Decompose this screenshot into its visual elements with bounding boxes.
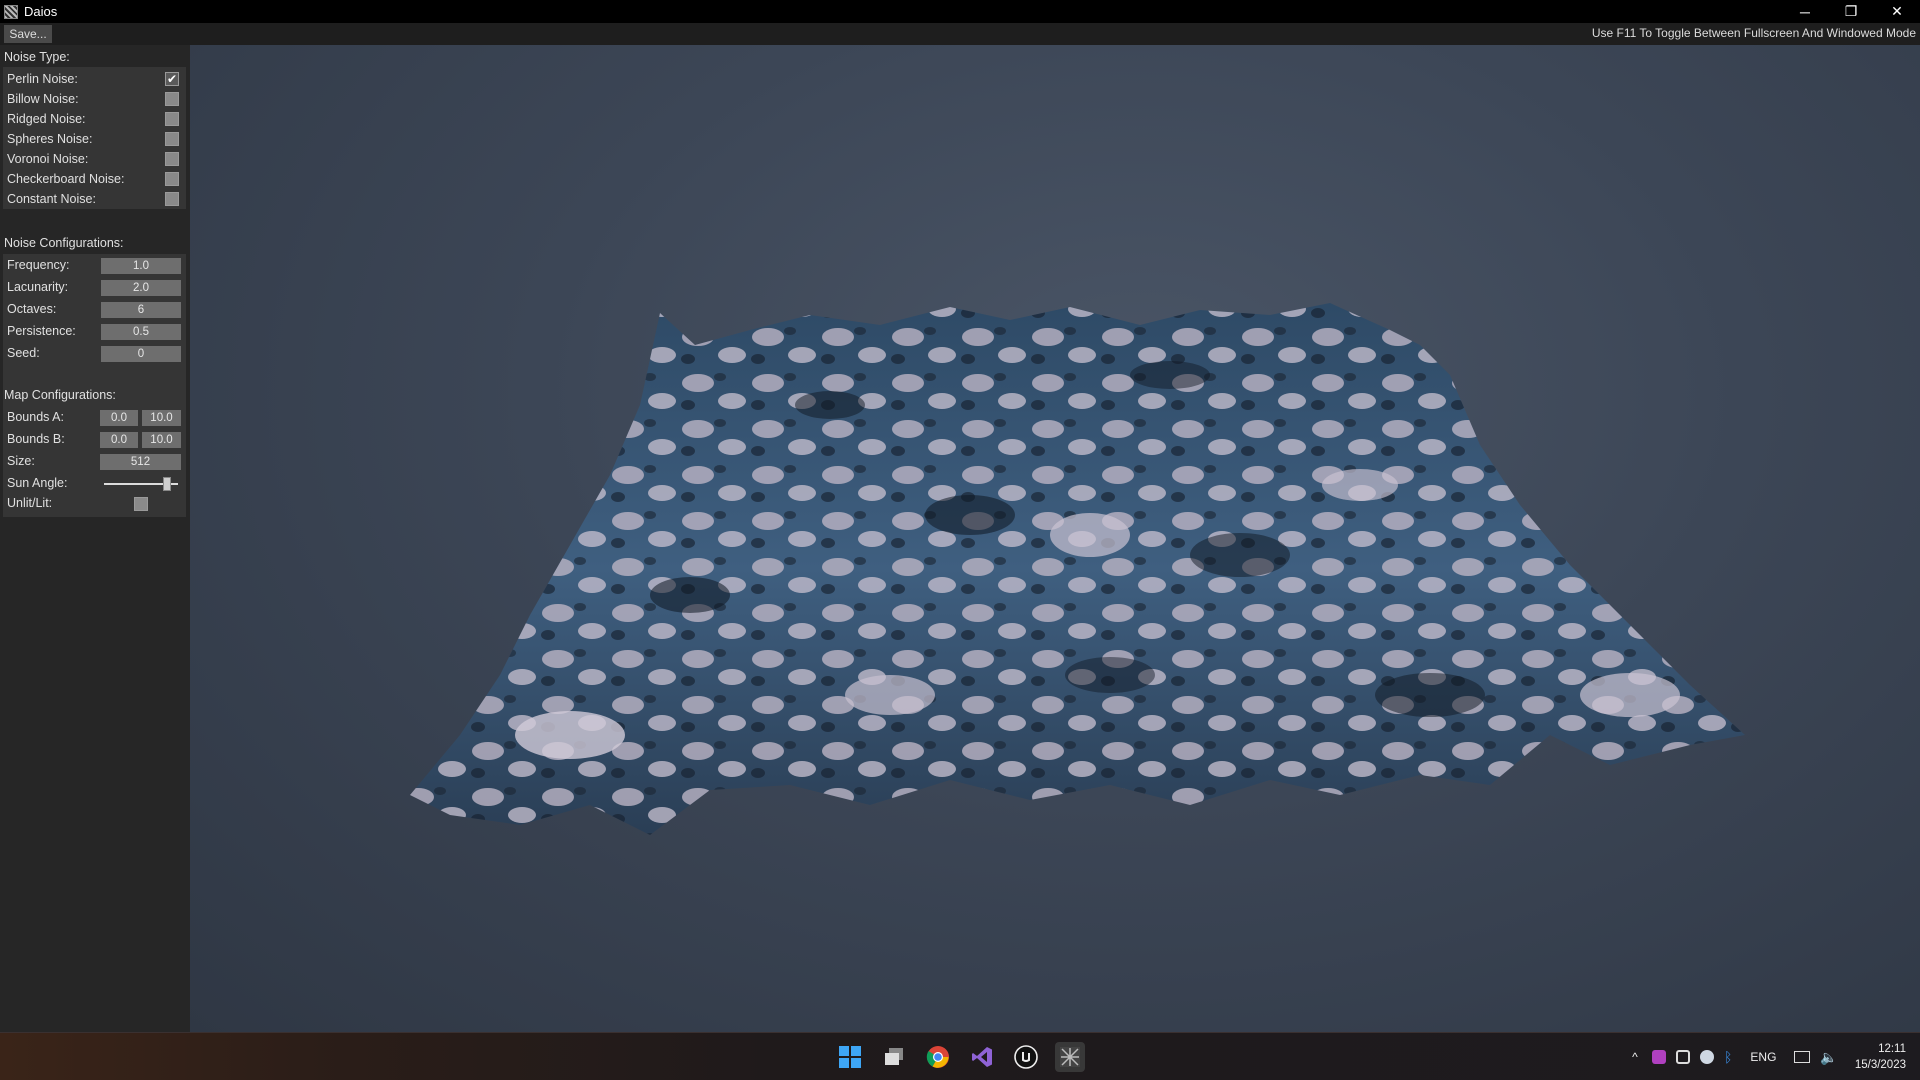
noise-type-title: Noise Type: — [4, 50, 70, 64]
checkerboard-checkbox[interactable] — [165, 172, 179, 186]
task-view-icon[interactable] — [879, 1042, 909, 1072]
chrome-icon[interactable] — [923, 1042, 953, 1072]
noise-option-spheres[interactable]: Spheres Noise: — [4, 130, 181, 148]
persistence-input[interactable]: 0.5 — [101, 324, 181, 340]
bluetooth-icon[interactable]: ᛒ — [1724, 1049, 1732, 1065]
octaves-input[interactable]: 6 — [101, 302, 181, 318]
bounds-b-max-input[interactable]: 10.0 — [142, 432, 181, 448]
menu-bar: Save... Use F11 To Toggle Between Fullsc… — [0, 23, 1920, 45]
noise-option-ridged[interactable]: Ridged Noise: — [4, 110, 181, 128]
app-icon — [4, 4, 18, 19]
title-bar: Daios ─ ❐ ✕ — [0, 0, 1920, 23]
perlin-checkbox[interactable]: ✔ — [165, 72, 179, 86]
save-button[interactable]: Save... — [4, 25, 52, 43]
settings-panel: Noise Type: Perlin Noise: ✔ Billow Noise… — [0, 45, 190, 1032]
maximize-button[interactable]: ❐ — [1828, 0, 1874, 23]
clock[interactable]: 12:11 15/3/2023 — [1855, 1041, 1906, 1073]
visual-studio-icon[interactable] — [967, 1042, 997, 1072]
voronoi-checkbox[interactable] — [165, 152, 179, 166]
unreal-engine-icon[interactable] — [1011, 1042, 1041, 1072]
noise-option-voronoi[interactable]: Voronoi Noise: — [4, 150, 181, 168]
daios-app-icon[interactable] — [1055, 1042, 1085, 1072]
minimize-button[interactable]: ─ — [1782, 0, 1828, 23]
noise-option-label: Ridged Noise: — [7, 112, 86, 126]
tray-overflow-chevron[interactable]: ^ — [1626, 1050, 1644, 1064]
lacunarity-input[interactable]: 2.0 — [101, 280, 181, 296]
frequency-input[interactable]: 1.0 — [101, 258, 181, 274]
size-input[interactable]: 512 — [100, 454, 181, 470]
seed-input[interactable]: 0 — [101, 346, 181, 362]
clock-date: 15/3/2023 — [1854, 1059, 1906, 1071]
tray-screenshot-icon[interactable] — [1676, 1050, 1690, 1064]
taskbar: ^ ᛒ ENG 🔈 12:11 15/3/2023 — [0, 1032, 1920, 1080]
windows-start-icon[interactable] — [835, 1042, 865, 1072]
tray-app-icon[interactable] — [1652, 1050, 1666, 1064]
steam-icon[interactable] — [1700, 1050, 1714, 1064]
noise-option-constant[interactable]: Constant Noise: — [4, 190, 181, 208]
terrain-mesh — [410, 303, 1745, 835]
bounds-a-max-input[interactable]: 10.0 — [142, 410, 181, 426]
clock-time: 12:11 — [1878, 1043, 1906, 1055]
noise-option-label: Constant Noise: — [7, 192, 96, 206]
billow-checkbox[interactable] — [165, 92, 179, 106]
language-indicator[interactable]: ENG — [1750, 1050, 1776, 1064]
noise-option-label: Spheres Noise: — [7, 132, 93, 146]
constant-checkbox[interactable] — [165, 192, 179, 206]
terrain-viewport[interactable] — [190, 45, 1920, 1032]
sun-angle-slider-handle[interactable] — [162, 477, 171, 491]
window-title: Daios — [24, 4, 58, 19]
noise-option-perlin[interactable]: Perlin Noise: ✔ — [4, 70, 181, 88]
noise-option-label: Perlin Noise: — [7, 72, 78, 86]
noise-option-label: Voronoi Noise: — [7, 152, 89, 166]
fullscreen-hint: Use F11 To Toggle Between Fullscreen And… — [1591, 26, 1916, 40]
noise-option-label: Checkerboard Noise: — [7, 172, 125, 186]
unlit-checkbox[interactable] — [134, 497, 148, 511]
close-button[interactable]: ✕ — [1874, 0, 1920, 23]
noise-option-billow[interactable]: Billow Noise: — [4, 90, 181, 108]
unlit-label: Unlit/Lit: — [7, 496, 53, 510]
ridged-checkbox[interactable] — [165, 112, 179, 126]
network-icon[interactable] — [1794, 1051, 1811, 1063]
noise-option-checkerboard[interactable]: Checkerboard Noise: — [4, 170, 181, 188]
bounds-b-min-input[interactable]: 0.0 — [100, 432, 138, 448]
bounds-a-min-input[interactable]: 0.0 — [100, 410, 138, 426]
unlit-row: Unlit/Lit: — [4, 494, 181, 512]
system-tray: ^ ᛒ ENG 🔈 — [1626, 1033, 1838, 1080]
noise-option-label: Billow Noise: — [7, 92, 79, 106]
map-config-title: Map Configurations: — [4, 388, 116, 402]
noise-config-title: Noise Configurations: — [4, 236, 124, 250]
spheres-checkbox[interactable] — [165, 132, 179, 146]
volume-icon[interactable]: 🔈 — [1820, 1049, 1837, 1066]
